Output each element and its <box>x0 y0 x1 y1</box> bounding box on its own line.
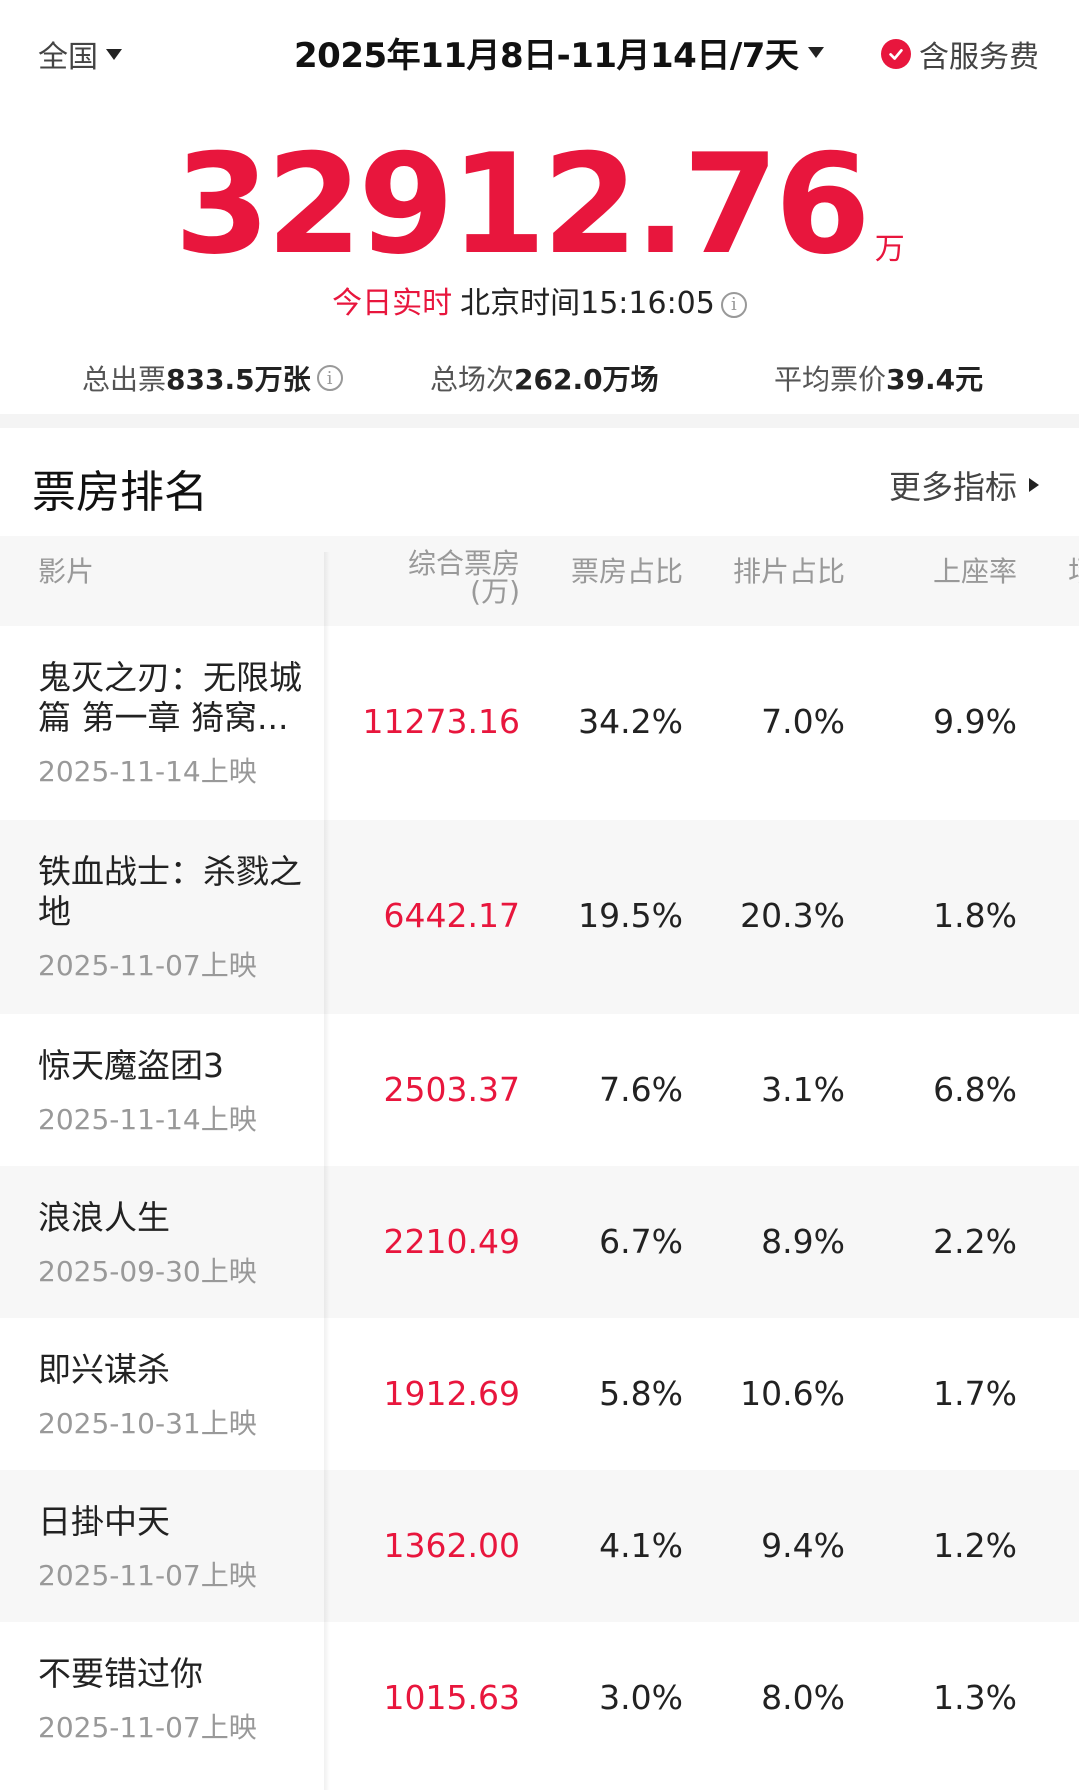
col-occupancy[interactable]: 上座率 <box>933 550 1017 590</box>
total-box-office-unit: 万 <box>874 232 905 267</box>
box-office-value: 2503.37 <box>383 1070 520 1109</box>
bo-share-value: 7.6% <box>599 1070 683 1109</box>
film-release-date: 2025-11-14上映 <box>38 755 257 788</box>
box-office-value: 6442.17 <box>383 896 520 935</box>
film-release-date: 2025-11-07上映 <box>38 1711 257 1744</box>
stat-avg-price: 平均票价 39.4元 <box>774 358 983 398</box>
bo-share-value: 3.0% <box>599 1678 683 1717</box>
bo-share-value: 6.7% <box>599 1222 683 1261</box>
table-row[interactable]: 不要错过你 2025-11-07上映 1015.63 3.0% 8.0% 1.3… <box>0 1622 1079 1786</box>
film-release-date: 2025-10-31上映 <box>38 1407 257 1440</box>
show-share-value: 10.6% <box>740 1374 845 1413</box>
more-metrics-label: 更多指标 <box>888 468 1017 506</box>
col-box-office-unit: (万) <box>470 575 520 608</box>
box-office-value: 2210.49 <box>383 1222 520 1261</box>
frozen-column-shadow <box>324 552 330 1790</box>
occupancy-value: 6.8% <box>933 1070 1017 1109</box>
date-range-label: 2025年11月8日-11月14日/7天 <box>294 36 799 76</box>
stat-avg-price-label: 平均票价 <box>774 363 887 396</box>
col-cutoff: 场 <box>1068 550 1079 590</box>
stat-shows: 总场次 262.0万场 <box>430 358 659 398</box>
film-release-date: 2025-11-07上映 <box>38 1559 257 1592</box>
table-row[interactable]: 浪浪人生 2025-09-30上映 2210.49 6.7% 8.9% 2.2% <box>0 1166 1079 1318</box>
film-release-date: 2025-11-07上映 <box>38 949 257 982</box>
total-box-office: 32912.76 万 <box>0 136 1079 274</box>
info-icon[interactable]: i <box>316 365 343 391</box>
table-row[interactable]: 日掛中天 2025-11-07上映 1362.00 4.1% 9.4% 1.2% <box>0 1470 1079 1622</box>
triangle-right-icon <box>1029 478 1039 492</box>
bo-share-value: 4.1% <box>599 1526 683 1565</box>
box-office-value: 1362.00 <box>383 1526 520 1565</box>
film-name: 浪浪人生 <box>38 1198 170 1237</box>
show-share-value: 20.3% <box>740 896 845 935</box>
col-show-share[interactable]: 排片占比 <box>733 550 845 590</box>
ranking-table: 鬼灭之刃：无限城篇 第一章 猗窝... 2025-11-14上映 11273.1… <box>0 626 1079 1786</box>
section-divider <box>0 414 1079 428</box>
region-label: 全国 <box>38 40 98 75</box>
bo-share-value: 34.2% <box>578 702 683 741</box>
film-release-date: 2025-11-14上映 <box>38 1103 257 1136</box>
stat-shows-value: 262.0万场 <box>514 363 659 396</box>
stat-tickets-value: 833.5万张 <box>166 363 311 396</box>
caret-down-icon <box>106 48 122 60</box>
stat-avg-price-value: 39.4元 <box>886 363 984 396</box>
date-range-selector[interactable]: 2025年11月8日-11月14日/7天 <box>294 28 825 77</box>
table-header: 影片 综合票房 (万) 票房占比 排片占比 上座率 场 <box>0 536 1079 626</box>
show-share-value: 7.0% <box>761 702 845 741</box>
realtime-line: 今日实时 北京时间15:16:05 i <box>0 278 1079 322</box>
occupancy-value: 2.2% <box>933 1222 1017 1261</box>
show-share-value: 8.9% <box>761 1222 845 1261</box>
stat-shows-label: 总场次 <box>430 363 515 396</box>
film-name: 铁血战士：杀戮之地 <box>38 852 302 931</box>
occupancy-value: 1.8% <box>933 896 1017 935</box>
box-office-value: 1912.69 <box>383 1374 520 1413</box>
occupancy-value: 9.9% <box>933 702 1017 741</box>
realtime-time: 北京时间15:16:05 <box>460 286 715 321</box>
realtime-label: 今日实时 <box>332 286 453 321</box>
total-box-office-value: 32912.76 <box>174 124 871 285</box>
top-bar: 全国 2025年11月8日-11月14日/7天 含服务费 <box>0 0 1079 104</box>
film-name: 不要错过你 <box>38 1654 203 1693</box>
check-circle-icon <box>881 39 911 69</box>
film-name: 惊天魔盗团3 <box>38 1046 224 1085</box>
table-row[interactable]: 鬼灭之刃：无限城篇 第一章 猗窝... 2025-11-14上映 11273.1… <box>0 626 1079 820</box>
table-row[interactable]: 铁血战士：杀戮之地 2025-11-07上映 6442.17 19.5% 20.… <box>0 820 1079 1014</box>
bo-share-value: 19.5% <box>578 896 683 935</box>
film-name: 即兴谋杀 <box>38 1350 170 1389</box>
film-release-date: 2025-09-30上映 <box>38 1255 257 1288</box>
table-row[interactable]: 惊天魔盗团3 2025-11-14上映 2503.37 7.6% 3.1% 6.… <box>0 1014 1079 1166</box>
col-box-office-label: 综合票房 <box>407 547 520 580</box>
bo-share-value: 5.8% <box>599 1374 683 1413</box>
col-box-office[interactable]: 综合票房 (万) <box>408 550 520 606</box>
service-fee-label: 含服务费 <box>919 40 1039 75</box>
show-share-value: 9.4% <box>761 1526 845 1565</box>
col-bo-share[interactable]: 票房占比 <box>571 550 683 590</box>
stat-tickets-label: 总出票 <box>82 363 167 396</box>
occupancy-value: 1.7% <box>933 1374 1017 1413</box>
stats-bar: 总出票 833.5万张 i 总场次 262.0万场 平均票价 39.4元 <box>0 358 1079 402</box>
service-fee-toggle[interactable]: 含服务费 <box>881 32 1039 76</box>
ranking-title: 票房排名 <box>32 467 208 518</box>
col-film[interactable]: 影片 <box>38 550 94 590</box>
show-share-value: 8.0% <box>761 1678 845 1717</box>
info-icon[interactable]: i <box>720 291 747 318</box>
box-office-value: 1015.63 <box>383 1678 520 1717</box>
more-metrics-button[interactable]: 更多指标 <box>889 462 1039 508</box>
table-row[interactable]: 即兴谋杀 2025-10-31上映 1912.69 5.8% 10.6% 1.7… <box>0 1318 1079 1470</box>
box-office-value: 11273.16 <box>362 702 520 741</box>
caret-down-icon <box>808 47 825 58</box>
stat-tickets: 总出票 833.5万张 i <box>82 358 343 398</box>
occupancy-value: 1.3% <box>933 1678 1017 1717</box>
region-selector[interactable]: 全国 <box>38 32 122 76</box>
occupancy-value: 1.2% <box>933 1526 1017 1565</box>
film-name: 日掛中天 <box>38 1502 170 1541</box>
film-name: 鬼灭之刃：无限城篇 第一章 猗窝... <box>38 658 302 737</box>
show-share-value: 3.1% <box>761 1070 845 1109</box>
